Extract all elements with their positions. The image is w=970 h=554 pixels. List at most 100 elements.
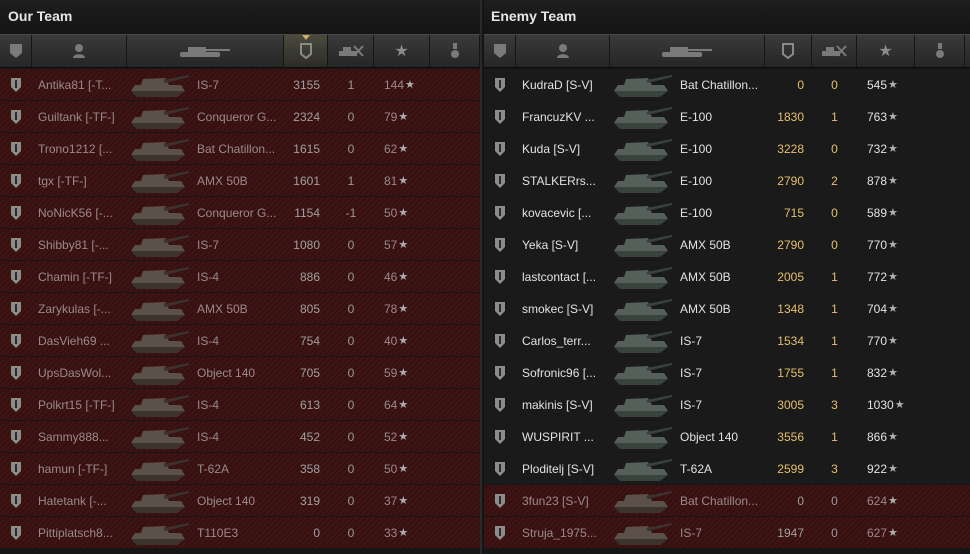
enemy-team-header: ★ <box>484 34 970 68</box>
vehicle-class-icon <box>495 461 505 476</box>
medals-cell <box>430 101 480 132</box>
player-row[interactable]: Hatetank [-... Object 140 319 0 37 ★ <box>0 485 480 516</box>
tank-image <box>614 298 672 321</box>
enemy-team-list: KudraD [S-V] Bat Chatillon... 0 0 545 ★ F… <box>484 69 970 548</box>
enemy-team-title: Enemy Team <box>484 0 970 34</box>
xp-star-icon: ★ <box>398 463 409 475</box>
kills-value: 0 <box>347 269 355 284</box>
xp-cell: 770 ★ <box>857 229 915 260</box>
medals-cell <box>915 165 965 196</box>
tank-image <box>131 458 189 481</box>
player-row[interactable]: Trono1212 [... Bat Chatillon... 1615 0 6… <box>0 133 480 164</box>
medals-cell <box>915 293 965 324</box>
tank-cell: E-100 <box>610 133 765 164</box>
player-row[interactable]: KudraD [S-V] Bat Chatillon... 0 0 545 ★ <box>484 69 970 100</box>
kills-value: 1 <box>831 333 838 348</box>
player-row[interactable]: makinis [S-V] IS-7 3005 3 1030 ★ <box>484 389 970 420</box>
xp-cell: 770 ★ <box>857 325 915 356</box>
player-row[interactable]: Struja_1975... IS-7 1947 0 627 ★ <box>484 517 970 548</box>
sort-platoon-button[interactable] <box>0 35 32 67</box>
tank-image <box>614 106 672 129</box>
player-row[interactable]: Sofronic96 [... IS-7 1755 1 832 ★ <box>484 357 970 388</box>
kills-value: 0 <box>831 237 838 252</box>
xp-star-icon: ★ <box>888 527 898 539</box>
player-row[interactable]: lastcontact [... AMX 50B 2005 1 772 ★ <box>484 261 970 292</box>
kills-value: 0 <box>347 237 355 252</box>
xp-star-icon: ★ <box>398 143 409 155</box>
vehicle-class-icon <box>495 333 505 348</box>
player-row[interactable]: Polkrt15 [-TF-] IS-4 613 0 64 ★ <box>0 389 480 420</box>
player-row[interactable]: hamun [-TF-] T-62A 358 0 50 ★ <box>0 453 480 484</box>
sort-kills-button[interactable] <box>328 35 374 67</box>
vehicle-class-icon <box>495 525 505 540</box>
player-row[interactable]: UpsDasWol... Object 140 705 0 59 ★ <box>0 357 480 388</box>
kills-value: 2 <box>831 173 838 188</box>
sort-tank-button[interactable] <box>127 35 284 67</box>
sort-damage-button[interactable] <box>765 35 812 67</box>
player-row[interactable]: WUSPIRIT ... Object 140 3556 1 866 ★ <box>484 421 970 452</box>
tank-cell: E-100 <box>610 197 765 228</box>
tank-cell: IS-7 <box>610 517 765 548</box>
kills-value: 1 <box>831 301 838 316</box>
xp-star-icon: ★ <box>398 399 409 411</box>
player-row[interactable]: Antika81 [-T... IS-7 3155 1 144 ★ <box>0 69 480 100</box>
tank-image <box>614 170 672 193</box>
sort-medals-button[interactable] <box>915 35 965 67</box>
sort-tank-button[interactable] <box>610 35 765 67</box>
player-row[interactable]: smokec [S-V] AMX 50B 1348 1 704 ★ <box>484 293 970 324</box>
player-row[interactable]: kovacevic [... E-100 715 0 589 ★ <box>484 197 970 228</box>
player-name: Kuda [S-V] <box>522 141 581 156</box>
sort-kills-button[interactable] <box>812 35 857 67</box>
xp-value: 37 <box>384 493 398 508</box>
player-row[interactable]: NoNicK56 [-... Conqueror G... 1154 -1 50… <box>0 197 480 228</box>
tank-name: IS-7 <box>197 237 220 252</box>
tank-image <box>614 394 672 417</box>
player-row[interactable]: 3fun23 [S-V] Bat Chatillon... 0 0 624 ★ <box>484 485 970 516</box>
player-row[interactable]: STALKERrs... E-100 2790 2 878 ★ <box>484 165 970 196</box>
player-row[interactable]: Zarykulas [-... AMX 50B 805 0 78 ★ <box>0 293 480 324</box>
vehicle-class-icon <box>495 237 505 252</box>
player-row[interactable]: Sammy888... IS-4 452 0 52 ★ <box>0 421 480 452</box>
player-row[interactable]: Kuda [S-V] E-100 3228 0 732 ★ <box>484 133 970 164</box>
vehicle-class-icon <box>11 493 21 508</box>
tank-image <box>614 266 672 289</box>
sort-player-button[interactable] <box>516 35 610 67</box>
player-name: Ploditelj [S-V] <box>522 461 595 476</box>
player-row[interactable]: Guiltank [-TF-] Conqueror G... 2324 0 79… <box>0 101 480 132</box>
platoon-cell <box>0 197 32 228</box>
player-row[interactable]: Chamin [-TF-] IS-4 886 0 46 ★ <box>0 261 480 292</box>
tank-name: T-62A <box>197 461 230 476</box>
player-name: Carlos_terr... <box>522 333 591 348</box>
xp-star-icon: ★ <box>888 463 898 475</box>
xp-star-icon: ★ <box>398 495 409 507</box>
xp-cell: 50 ★ <box>374 453 430 484</box>
player-row[interactable]: Carlos_terr... IS-7 1534 1 770 ★ <box>484 325 970 356</box>
vehicle-class-icon <box>495 365 505 380</box>
player-row[interactable]: Yeka [S-V] AMX 50B 2790 0 770 ★ <box>484 229 970 260</box>
player-row[interactable]: DasVieh69 ... IS-4 754 0 40 ★ <box>0 325 480 356</box>
xp-value: 772 <box>867 269 888 284</box>
player-row[interactable]: Shibby81 [-... IS-7 1080 0 57 ★ <box>0 229 480 260</box>
player-name: smokec [S-V] <box>522 301 594 316</box>
sort-platoon-button[interactable] <box>484 35 516 67</box>
tank-name: Bat Chatillon... <box>680 77 759 92</box>
player-row[interactable]: tgx [-TF-] AMX 50B 1601 1 81 ★ <box>0 165 480 196</box>
sort-player-button[interactable] <box>32 35 127 67</box>
xp-cell: 50 ★ <box>374 197 430 228</box>
xp-value: 770 <box>867 237 888 252</box>
player-row[interactable]: Pittiplatsch8... T110E3 0 0 33 ★ <box>0 517 480 548</box>
damage-value: 2790 <box>777 173 804 188</box>
platoon-cell <box>484 357 516 388</box>
sort-medals-button[interactable] <box>430 35 480 67</box>
player-row[interactable]: Ploditelj [S-V] T-62A 2599 3 922 ★ <box>484 453 970 484</box>
player-row[interactable]: FrancuzKV ... E-100 1830 1 763 ★ <box>484 101 970 132</box>
damage-value: 1154 <box>294 205 320 220</box>
damage-value: 805 <box>299 301 320 316</box>
vehicle-class-icon <box>495 141 505 156</box>
damage-value: 3228 <box>777 141 804 156</box>
sort-damage-button[interactable] <box>284 35 328 67</box>
medals-cell <box>430 389 480 420</box>
sort-xp-button[interactable]: ★ <box>374 35 430 67</box>
sort-xp-button[interactable]: ★ <box>857 35 915 67</box>
kills-value: 0 <box>347 461 355 476</box>
